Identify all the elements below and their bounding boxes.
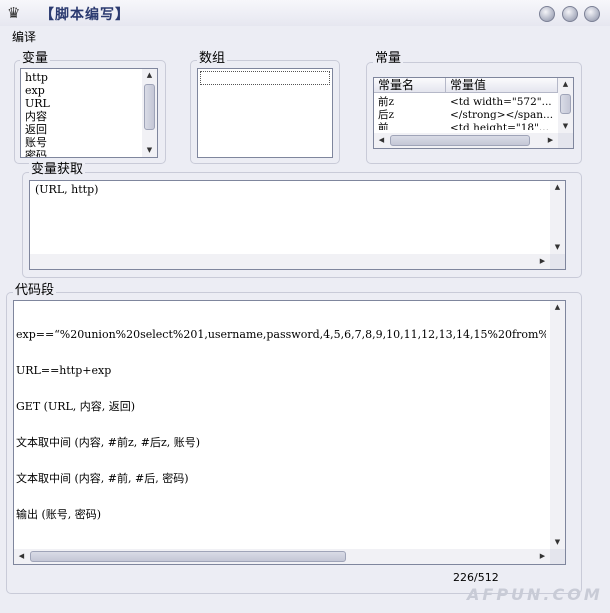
variables-label: 变量 [20,51,51,66]
list-item[interactable]: http [25,71,48,84]
code-line: exp==“%20union%20select%201,username,pas… [16,328,546,341]
constant-value[interactable]: <td width="572"... [450,96,556,109]
constants-table[interactable]: 常量名 常量值 前z <td width="572"... 后z </stron… [373,77,574,149]
list-item[interactable]: 账号 [25,136,47,149]
watermark: AFPUN.COM [467,585,603,604]
scroll-up-icon[interactable]: ▲ [550,301,565,314]
size-grip [550,549,565,564]
code-content[interactable]: exp==“%20union%20select%201,username,pas… [16,305,546,545]
scroll-right-icon[interactable]: ▶ [535,255,550,268]
scroll-up-icon[interactable]: ▲ [142,69,157,82]
scroll-down-icon[interactable]: ▼ [142,144,157,157]
scroll-down-icon[interactable]: ▼ [550,536,565,549]
constant-name[interactable]: 前z [378,96,444,109]
menu-compile[interactable]: 编译 [12,28,36,45]
list-item[interactable] [200,71,330,85]
list-item[interactable]: 返回 [25,123,47,136]
scroll-thumb[interactable] [560,94,571,114]
variable-fetch-text[interactable]: (URL, http) [35,184,98,196]
scroll-thumb[interactable] [144,84,155,130]
scroll-up-icon[interactable]: ▲ [550,181,565,194]
scroll-right-icon[interactable]: ▶ [543,134,558,147]
constants-hscrollbar[interactable]: ◀ ▶ [374,133,558,148]
variable-fetch-editor[interactable]: (URL, http) ▲ ▼ ▶ [29,180,566,270]
column-header-name[interactable]: 常量名 [374,78,446,93]
variables-list[interactable]: http exp URL 内容 返回 账号 密码 ▲ ▼ [20,68,158,158]
crown-icon: ♛ [7,4,21,22]
scroll-right-icon[interactable]: ▶ [535,550,550,563]
arrays-list[interactable] [197,68,333,158]
column-header-value[interactable]: 常量值 [446,78,558,93]
list-item[interactable]: exp [25,84,45,97]
arrays-label: 数组 [197,51,228,66]
code-line: 文本取中间 (内容, #前z, #后z, 账号) [16,436,201,449]
variable-fetch-vscrollbar[interactable]: ▲ ▼ [550,181,565,254]
code-line: 文本取中间 (内容, #前, #后, 密码) [16,472,189,485]
minimize-button[interactable] [539,6,555,22]
scroll-down-icon[interactable]: ▼ [550,241,565,254]
title-bar[interactable]: ♛ 【脚本编写】 [0,0,610,26]
constant-value[interactable]: <td height="18"... [450,122,556,130]
code-line: URL==http+exp [16,364,112,377]
code-line: 输出 (账号, 密码) [16,508,102,521]
window-title: 【脚本编写】 [40,7,130,23]
list-item[interactable]: URL [25,97,50,110]
code-hscrollbar[interactable]: ◀ ▶ [14,549,550,564]
variable-fetch-hscrollbar[interactable]: ▶ [30,254,550,269]
scroll-down-icon[interactable]: ▼ [558,120,573,133]
code-editor[interactable]: exp==“%20union%20select%201,username,pas… [13,300,566,565]
code-line: GET (URL, 内容, 返回) [16,400,136,413]
scroll-left-icon[interactable]: ◀ [14,550,29,563]
size-grip [550,254,565,269]
constant-value[interactable]: </strong></span... [450,109,556,122]
code-label: 代码段 [13,283,57,298]
scroll-up-icon[interactable]: ▲ [558,78,573,91]
list-item[interactable]: 密码 [25,149,47,157]
maximize-button[interactable] [562,6,578,22]
size-grip [558,133,573,148]
variables-scrollbar[interactable]: ▲ ▼ [142,69,157,157]
scroll-thumb[interactable] [390,135,530,146]
code-vscrollbar[interactable]: ▲ ▼ [550,301,565,549]
scroll-left-icon[interactable]: ◀ [374,134,389,147]
scroll-thumb[interactable] [30,551,346,562]
constant-name[interactable]: 前 [378,122,444,130]
list-item[interactable]: 内容 [25,110,47,123]
close-button[interactable] [584,6,600,22]
constants-label: 常量 [373,51,404,66]
char-count: 226/512 [453,571,499,584]
constant-name[interactable]: 后z [378,109,444,122]
constants-vscrollbar[interactable]: ▲ ▼ [558,78,573,133]
variable-fetch-label: 变量获取 [29,162,86,177]
